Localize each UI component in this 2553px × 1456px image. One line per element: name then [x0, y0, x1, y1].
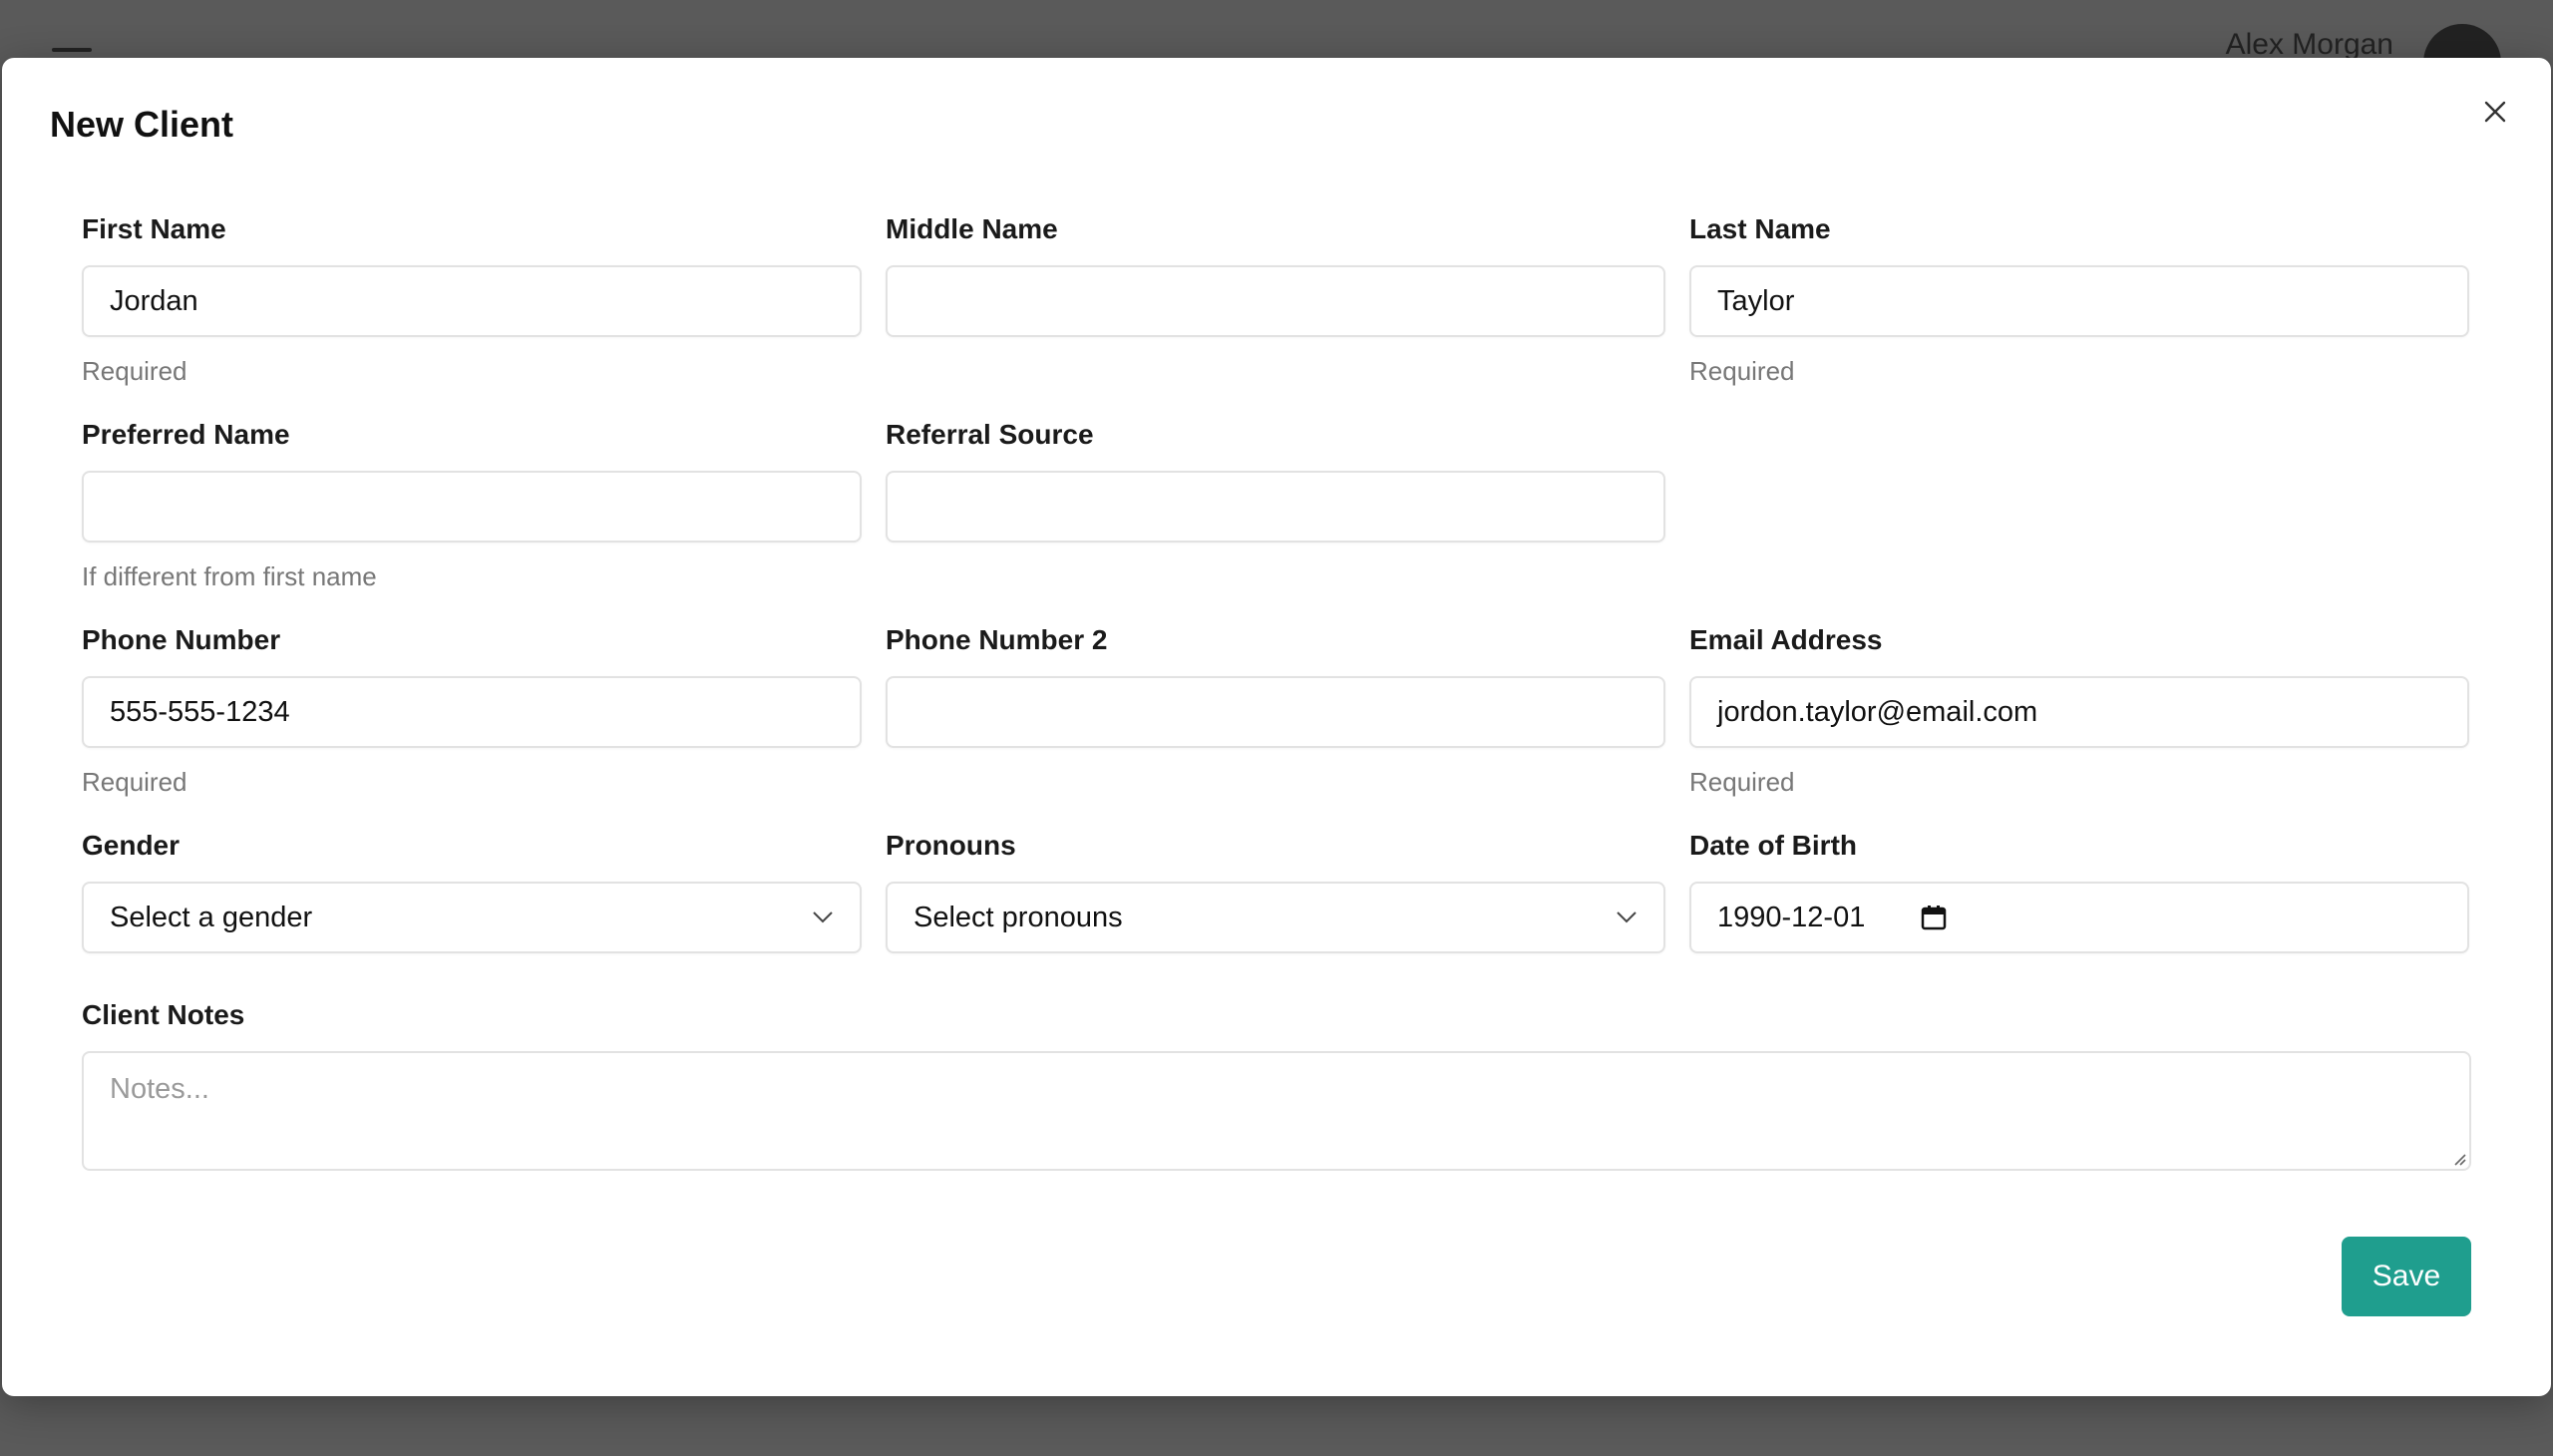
- first-name-field: First Name Jordan Required: [82, 195, 862, 401]
- phone-input[interactable]: 555-555-1234: [82, 676, 862, 748]
- gender-select[interactable]: Select a gender: [82, 882, 862, 953]
- resize-handle-icon[interactable]: [2449, 1149, 2467, 1167]
- email-helper: Required: [1689, 767, 1795, 797]
- modal-title: New Client: [50, 104, 234, 145]
- email-field: Email Address jordon.taylor@email.com Re…: [1689, 606, 2469, 812]
- pronouns-select[interactable]: Select pronouns: [886, 882, 1665, 953]
- close-button[interactable]: [2473, 90, 2517, 134]
- last-name-helper: Required: [1689, 356, 1795, 386]
- preferred-name-helper: If different from first name: [82, 561, 377, 591]
- preferred-name-label: Preferred Name: [82, 419, 290, 450]
- pronouns-label: Pronouns: [886, 830, 1016, 861]
- dob-label: Date of Birth: [1689, 830, 1857, 861]
- middle-name-field: Middle Name: [886, 195, 1665, 401]
- pronouns-field: Pronouns Select pronouns: [886, 812, 1665, 997]
- chevron-down-icon: [813, 911, 833, 923]
- last-name-input[interactable]: Taylor: [1689, 265, 2469, 337]
- menu-icon[interactable]: [52, 48, 92, 52]
- phone2-field: Phone Number 2: [886, 606, 1665, 812]
- empty-field: [1689, 401, 2469, 606]
- pronouns-value: Select pronouns: [913, 901, 1123, 933]
- dob-input[interactable]: 1990-12-01: [1689, 882, 2469, 953]
- first-name-label: First Name: [82, 213, 226, 244]
- phone2-input[interactable]: [886, 676, 1665, 748]
- gender-value: Select a gender: [110, 901, 313, 933]
- gender-label: Gender: [82, 830, 181, 861]
- preferred-name-input[interactable]: [82, 471, 862, 543]
- first-name-helper: Required: [82, 356, 187, 386]
- notes-field: Client Notes Notes...: [82, 997, 2471, 1171]
- app-header: Alex Morgan: [0, 0, 2553, 102]
- notes-placeholder: Notes...: [110, 1073, 209, 1105]
- last-name-field: Last Name Taylor Required: [1689, 195, 2469, 401]
- user-name: Alex Morgan: [2225, 28, 2393, 61]
- preferred-row: Preferred Name If different from first n…: [82, 401, 2471, 606]
- dob-field: Date of Birth 1990-12-01: [1689, 812, 2469, 997]
- email-input[interactable]: jordon.taylor@email.com: [1689, 676, 2469, 748]
- details-row: Gender Select a gender Pronouns Select p…: [82, 812, 2471, 997]
- phone-helper: Required: [82, 767, 187, 797]
- name-row: First Name Jordan Required Middle Name L…: [82, 195, 2471, 401]
- referral-source-field: Referral Source: [886, 401, 1665, 606]
- phone-label: Phone Number: [82, 624, 281, 655]
- phone-field: Phone Number 555-555-1234 Required: [82, 606, 862, 812]
- calendar-icon[interactable]: [1921, 905, 1947, 930]
- dob-value: 1990-12-01: [1717, 901, 1866, 933]
- new-client-modal: New Client First Name Jordan Required Mi…: [2, 58, 2551, 1396]
- first-name-input[interactable]: Jordan: [82, 265, 862, 337]
- notes-textarea[interactable]: Notes...: [82, 1051, 2471, 1171]
- chevron-down-icon: [1617, 911, 1637, 923]
- notes-label: Client Notes: [82, 999, 245, 1030]
- preferred-name-field: Preferred Name If different from first n…: [82, 401, 862, 606]
- client-form: First Name Jordan Required Middle Name L…: [82, 195, 2471, 1171]
- middle-name-input[interactable]: [886, 265, 1665, 337]
- referral-source-label: Referral Source: [886, 419, 1094, 450]
- referral-source-input[interactable]: [886, 471, 1665, 543]
- close-icon: [2484, 101, 2506, 123]
- email-label: Email Address: [1689, 624, 1883, 655]
- contact-row: Phone Number 555-555-1234 Required Phone…: [82, 606, 2471, 812]
- gender-field: Gender Select a gender: [82, 812, 862, 997]
- save-button[interactable]: Save: [2342, 1237, 2471, 1316]
- last-name-label: Last Name: [1689, 213, 1831, 244]
- phone2-label: Phone Number 2: [886, 624, 1108, 655]
- middle-name-label: Middle Name: [886, 213, 1058, 244]
